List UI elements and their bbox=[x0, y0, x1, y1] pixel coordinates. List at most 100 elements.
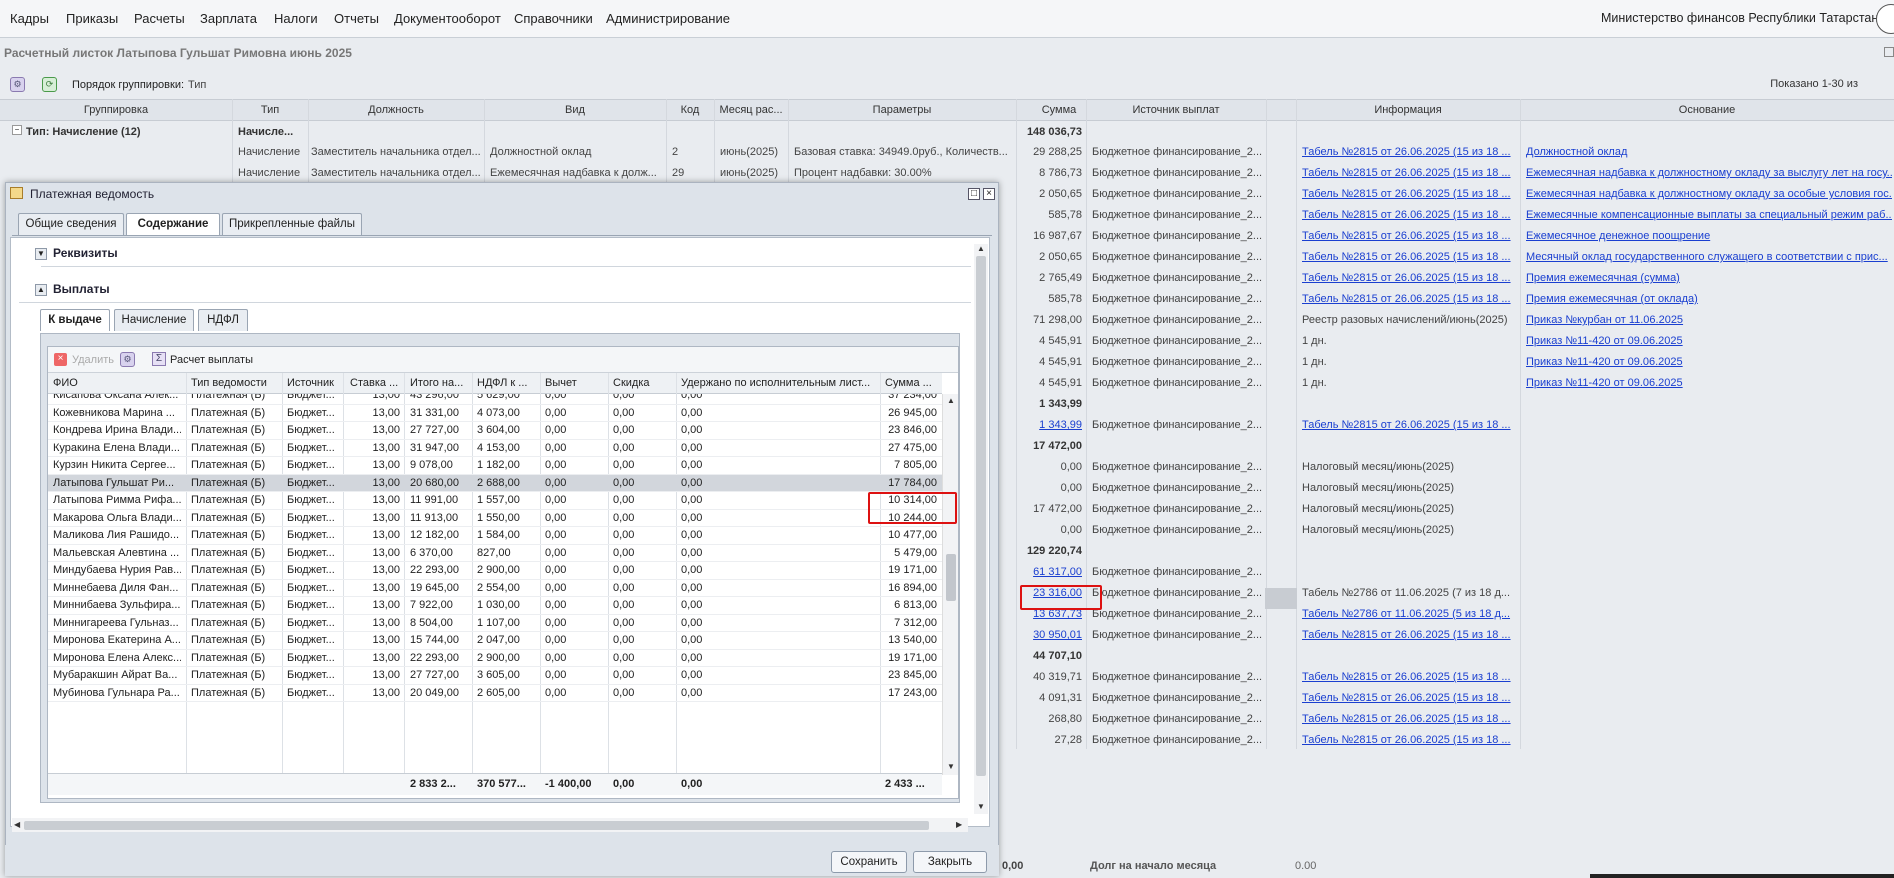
grid-row[interactable]: Мальевская Алевтина ... Платежная (Б) Бюдж… bbox=[48, 545, 942, 562]
bg-basis-cell[interactable]: Ежемесячные компенсационные выплаты за с… bbox=[1526, 209, 1892, 221]
delete-icon[interactable]: × bbox=[54, 353, 67, 366]
bg-basis-cell[interactable]: Должностной оклад bbox=[1526, 146, 1892, 158]
group-order-value[interactable]: Тип bbox=[188, 79, 206, 91]
col-header[interactable]: Информация bbox=[1296, 104, 1520, 116]
menu-item-nalogi[interactable]: Налоги bbox=[274, 11, 318, 26]
col-header[interactable]: Код bbox=[666, 104, 714, 116]
maximize-dialog-icon[interactable]: □ bbox=[968, 188, 980, 200]
bg-info-cell[interactable]: Табель №2815 от 26.06.2025 (15 из 18 ... bbox=[1302, 167, 1514, 179]
subtab-ndfl[interactable]: НДФЛ bbox=[198, 309, 248, 331]
col-header[interactable]: Источник bbox=[287, 377, 335, 389]
save-button[interactable]: Сохранить bbox=[831, 851, 907, 873]
grid-vscroll-thumb[interactable] bbox=[946, 554, 956, 601]
menu-item-raschety[interactable]: Расчеты bbox=[134, 11, 185, 26]
bg-info-cell[interactable]: Табель №2815 от 26.06.2025 (15 из 18 ... bbox=[1302, 629, 1514, 641]
bg-sum-cell[interactable]: 61 317,00 bbox=[1002, 566, 1082, 578]
close-button[interactable]: Закрыть bbox=[913, 851, 987, 873]
grid-row[interactable]: Кожевникова Марина ... Платежная (Б) Бюдже… bbox=[48, 405, 942, 422]
dialog-horizontal-scrollbar[interactable]: ◀ ▶ bbox=[12, 818, 968, 832]
bg-info-cell[interactable]: Табель №2815 от 26.06.2025 (15 из 18 ... bbox=[1302, 209, 1514, 221]
collapse-requisites-icon[interactable]: ▼ bbox=[35, 248, 47, 260]
grid-row[interactable]: Миндубаева Нурия Рав... Платежная (Б) Бюдж… bbox=[48, 562, 942, 580]
col-header[interactable]: Тип bbox=[232, 104, 308, 116]
bg-info-cell[interactable]: Табель №2815 от 26.06.2025 (15 из 18 ... bbox=[1302, 692, 1514, 704]
menu-item-dokumentooborot[interactable]: Документооборот bbox=[394, 11, 501, 26]
col-header[interactable]: Скидка bbox=[613, 377, 663, 389]
col-header[interactable]: Удержано по исполнительным лист... bbox=[681, 377, 877, 389]
tab-attached-files[interactable]: Прикрепленные файлы bbox=[222, 213, 362, 235]
bg-info-cell[interactable]: Табель №2815 от 26.06.2025 (15 из 18 ... bbox=[1302, 188, 1514, 200]
calc-payment-button[interactable]: Расчет выплаты bbox=[170, 354, 253, 366]
col-header[interactable]: ФИО bbox=[53, 377, 181, 389]
col-header[interactable]: Группировка bbox=[0, 104, 232, 116]
col-header[interactable]: Вид bbox=[484, 104, 666, 116]
grid-row[interactable]: Мубаракшин Айрат Ва... Платежная (Б) Бюдже… bbox=[48, 667, 942, 685]
grid-row[interactable]: Куракина Елена Влади... Платежная (Б) Бюдж… bbox=[48, 440, 942, 457]
menu-item-spravochniki[interactable]: Справочники bbox=[514, 11, 593, 26]
bg-info-cell[interactable]: Табель №2815 от 26.06.2025 (15 из 18 ... bbox=[1302, 146, 1514, 158]
bg-info-cell[interactable]: Табель №2815 от 26.06.2025 (15 из 18 ... bbox=[1302, 671, 1514, 683]
delete-button[interactable]: Удалить bbox=[72, 354, 114, 366]
bg-info-cell[interactable]: Табель №2815 от 26.06.2025 (15 из 18 ... bbox=[1302, 230, 1514, 242]
col-header[interactable]: Параметры bbox=[788, 104, 1016, 116]
grid-row[interactable]: Кондрева Ирина Влади... Платежная (Б) Бюдж… bbox=[48, 422, 942, 440]
bg-info-cell[interactable]: Табель №2786 от 11.06.2025 (5 из 18 д... bbox=[1302, 608, 1514, 620]
bg-basis-cell[interactable]: Ежемесячная надбавка к должностному окла… bbox=[1526, 167, 1892, 179]
col-header[interactable]: Сумма ... bbox=[885, 377, 940, 389]
col-header[interactable]: Вычет bbox=[545, 377, 595, 389]
menu-item-administrirovanie[interactable]: Администрирование bbox=[606, 11, 730, 26]
grid-vertical-scrollbar[interactable]: ▲ ▼ bbox=[942, 394, 958, 775]
grid-row[interactable]: Миннигареева Гульназ... Платежная (Б) Бюдж… bbox=[48, 615, 942, 632]
collapse-group-icon[interactable]: − bbox=[12, 125, 22, 135]
grid-row[interactable]: Миннибаева Зульфира... Платежная (Б) Бюдже… bbox=[48, 597, 942, 615]
subtab-issue[interactable]: К выдаче bbox=[40, 309, 110, 331]
bg-basis-cell[interactable]: Ежемесячная надбавка к должностному окла… bbox=[1526, 188, 1892, 200]
bg-info-cell[interactable]: Табель №2815 от 26.06.2025 (15 из 18 ... bbox=[1302, 734, 1514, 746]
col-header[interactable]: НДФЛ к ... bbox=[477, 377, 533, 389]
bg-basis-cell[interactable]: Премия ежемесячная (от оклада) bbox=[1526, 293, 1892, 305]
bg-sum-cell[interactable]: 1 343,99 bbox=[1002, 419, 1082, 431]
col-header[interactable]: Должность bbox=[308, 104, 484, 116]
section-requisites[interactable]: Реквизиты bbox=[53, 246, 118, 260]
section-payments[interactable]: Выплаты bbox=[53, 282, 110, 296]
menu-item-zarplata[interactable]: Зарплата bbox=[200, 11, 257, 26]
grid-row[interactable]: Миннебаева Диля Фан... Платежная (Б) Бюдже… bbox=[48, 580, 942, 597]
user-avatar[interactable] bbox=[1876, 4, 1894, 34]
grid-row[interactable]: Макарова Ольга Влади... Платежная (Б) Бюдж… bbox=[48, 510, 942, 527]
col-header[interactable]: Источник выплат bbox=[1086, 104, 1266, 116]
bg-basis-cell[interactable]: Приказ №курбан от 11.06.2025 bbox=[1526, 314, 1892, 326]
menu-item-prikazy[interactable]: Приказы bbox=[66, 11, 118, 26]
dialog-hscroll-thumb[interactable] bbox=[24, 821, 929, 830]
tab-general[interactable]: Общие сведения bbox=[18, 213, 124, 235]
bg-info-cell[interactable]: Табель №2815 от 26.06.2025 (15 из 18 ... bbox=[1302, 272, 1514, 284]
bg-info-cell[interactable]: Табель №2815 от 26.06.2025 (15 из 18 ... bbox=[1302, 419, 1514, 431]
col-header[interactable]: Итого на... bbox=[410, 377, 466, 389]
menu-item-otchety[interactable]: Отчеты bbox=[334, 11, 379, 26]
grid-row[interactable]: Миронова Елена Алекс... Платежная (Б) Бюдж… bbox=[48, 650, 942, 667]
maximize-icon[interactable] bbox=[1884, 47, 1894, 57]
grid-row[interactable]: Латыпова Римма Рифа... Платежная (Б) Бюдже… bbox=[48, 492, 942, 510]
payslip-row[interactable]: Начисление Заместитель начальника отдел..… bbox=[0, 163, 1894, 184]
bg-info-cell[interactable]: Табель №2815 от 26.06.2025 (15 из 18 ... bbox=[1302, 251, 1514, 263]
bg-sum-cell[interactable]: 30 950,01 bbox=[1002, 629, 1082, 641]
col-header[interactable]: Тип ведомости bbox=[191, 377, 281, 389]
tab-content[interactable]: Содержание bbox=[126, 213, 220, 235]
menu-item-kadry[interactable]: Кадры bbox=[10, 11, 49, 26]
bg-basis-cell[interactable]: Приказ №11-420 от 09.06.2025 bbox=[1526, 335, 1892, 347]
actions-menu-icon[interactable]: ⚙ bbox=[10, 77, 25, 92]
bg-basis-cell[interactable]: Месячный оклад государственного служащег… bbox=[1526, 251, 1892, 263]
grid-row[interactable]: Курзин Никита Сергее... Платежная (Б) Бюдж… bbox=[48, 457, 942, 475]
col-header[interactable]: Основание bbox=[1520, 104, 1894, 116]
dialog-vscroll-thumb[interactable] bbox=[976, 256, 986, 776]
col-header[interactable]: Ставка ... bbox=[350, 377, 405, 389]
close-dialog-icon[interactable]: × bbox=[983, 188, 995, 200]
bg-basis-cell[interactable]: Приказ №11-420 от 09.06.2025 bbox=[1526, 356, 1892, 368]
collapse-payments-icon[interactable]: ▲ bbox=[35, 284, 47, 296]
grid-row[interactable]: Миронова Екатерина А... Платежная (Б) Бюдж… bbox=[48, 632, 942, 650]
dialog-vertical-scrollbar[interactable]: ▲ ▼ bbox=[974, 244, 988, 814]
refresh-icon[interactable]: ⟳ bbox=[42, 77, 57, 92]
payslip-row[interactable]: Начисление Заместитель начальника отдел..… bbox=[0, 142, 1894, 163]
bg-basis-cell[interactable]: Премия ежемесячная (сумма) bbox=[1526, 272, 1892, 284]
grid-row[interactable]: Кисапова Оксана Алек... Платежная (Б) Бюдж… bbox=[48, 394, 942, 405]
bg-info-cell[interactable]: Табель №2815 от 26.06.2025 (15 из 18 ... bbox=[1302, 293, 1514, 305]
